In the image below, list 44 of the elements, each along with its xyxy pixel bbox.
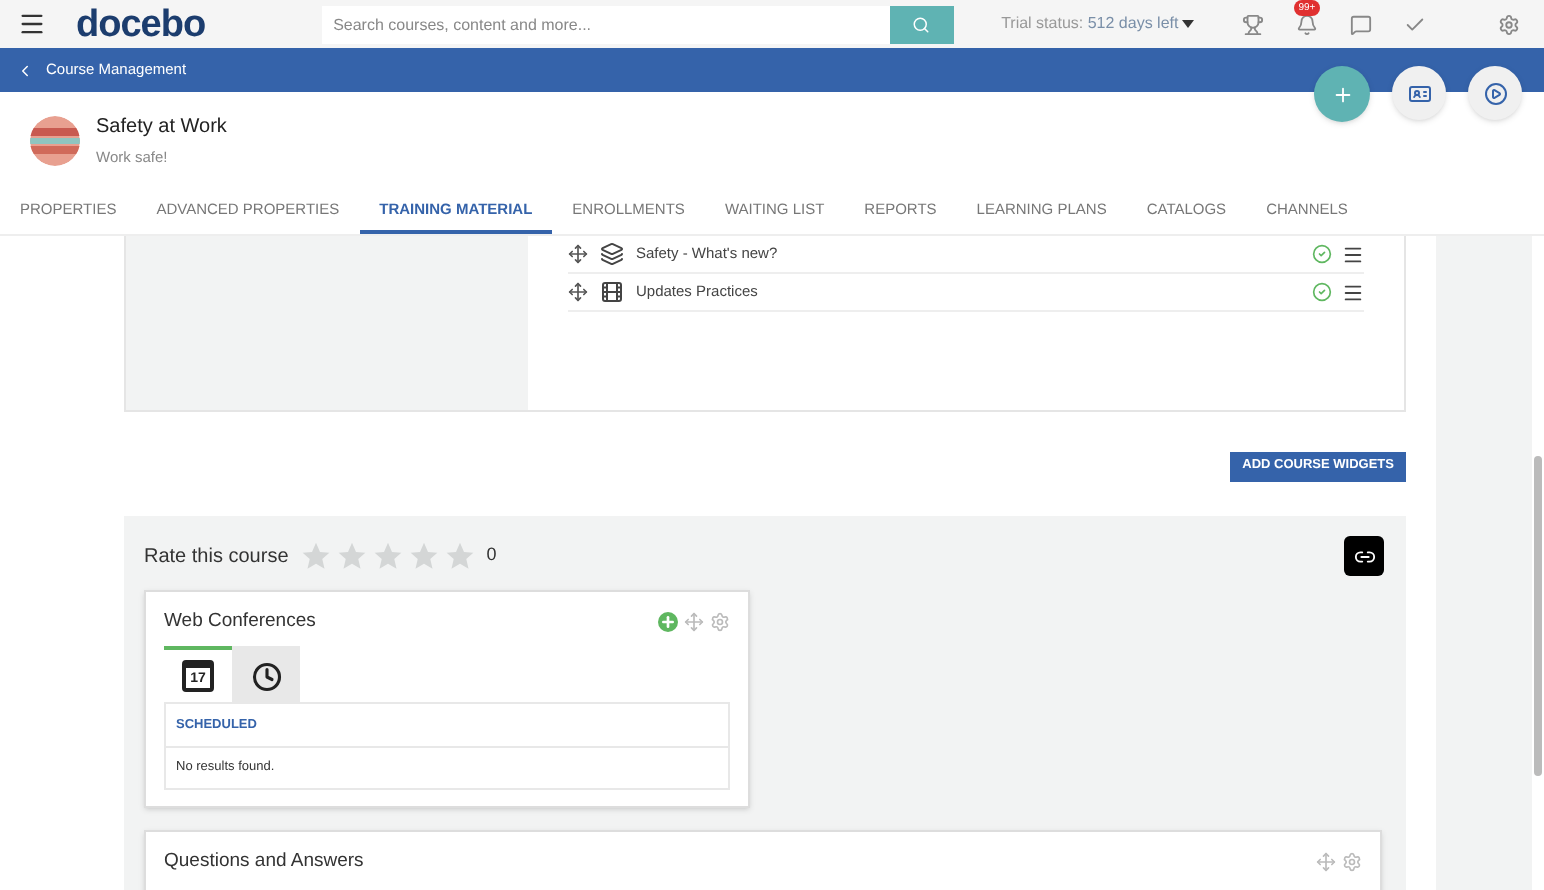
film-icon — [600, 280, 624, 304]
drag-handle-icon[interactable] — [568, 282, 588, 302]
widget-title: Web Conferences — [164, 608, 316, 636]
actions-menu-icon[interactable] — [1342, 281, 1364, 303]
widget-title: Questions and Answers — [164, 848, 364, 877]
clock-icon — [251, 661, 281, 692]
settings-icon[interactable] — [1342, 852, 1362, 873]
scrollbar-thumb[interactable] — [1534, 456, 1542, 776]
id-card-icon — [1407, 81, 1431, 105]
play-button[interactable] — [1468, 66, 1522, 120]
logo[interactable]: docebo — [76, 5, 206, 43]
settings-icon[interactable] — [1498, 13, 1521, 35]
rating-label: Rate this course — [144, 543, 289, 571]
search-icon — [912, 15, 931, 33]
move-icon[interactable] — [1316, 852, 1336, 873]
trial-status[interactable]: Trial status: 512 days left — [1001, 12, 1179, 36]
plus-icon — [1331, 83, 1353, 105]
bell-icon[interactable] — [1296, 13, 1319, 35]
drag-handle-icon[interactable] — [568, 244, 588, 264]
search-field[interactable]: Search courses, content and more... — [321, 5, 890, 43]
star-icon[interactable] — [444, 540, 477, 572]
course-title: Safety at Work — [96, 114, 227, 143]
add-icon[interactable] — [658, 612, 678, 633]
chat-icon[interactable] — [1350, 13, 1373, 35]
star-icon[interactable] — [408, 540, 441, 572]
trophy-icon[interactable] — [1242, 13, 1265, 35]
course-thumbnail — [30, 116, 80, 166]
move-icon[interactable] — [684, 612, 704, 633]
rating-count: 0 — [486, 542, 497, 569]
star-icon[interactable] — [372, 540, 405, 572]
widget-tab[interactable] — [232, 646, 300, 703]
caret-icon[interactable] — [1182, 20, 1195, 28]
add-button[interactable] — [1314, 66, 1370, 122]
link-button[interactable] — [1344, 536, 1384, 576]
settings-icon[interactable] — [710, 612, 730, 633]
star-icon[interactable] — [336, 540, 369, 572]
menu-icon[interactable] — [18, 10, 46, 38]
actions-menu-icon[interactable] — [1342, 243, 1364, 265]
play-icon — [1483, 81, 1507, 105]
star-icon[interactable] — [300, 540, 333, 572]
search-button[interactable] — [889, 5, 954, 43]
card-view-button[interactable] — [1392, 66, 1446, 120]
back-icon — [16, 61, 34, 79]
layers-icon — [600, 242, 624, 266]
